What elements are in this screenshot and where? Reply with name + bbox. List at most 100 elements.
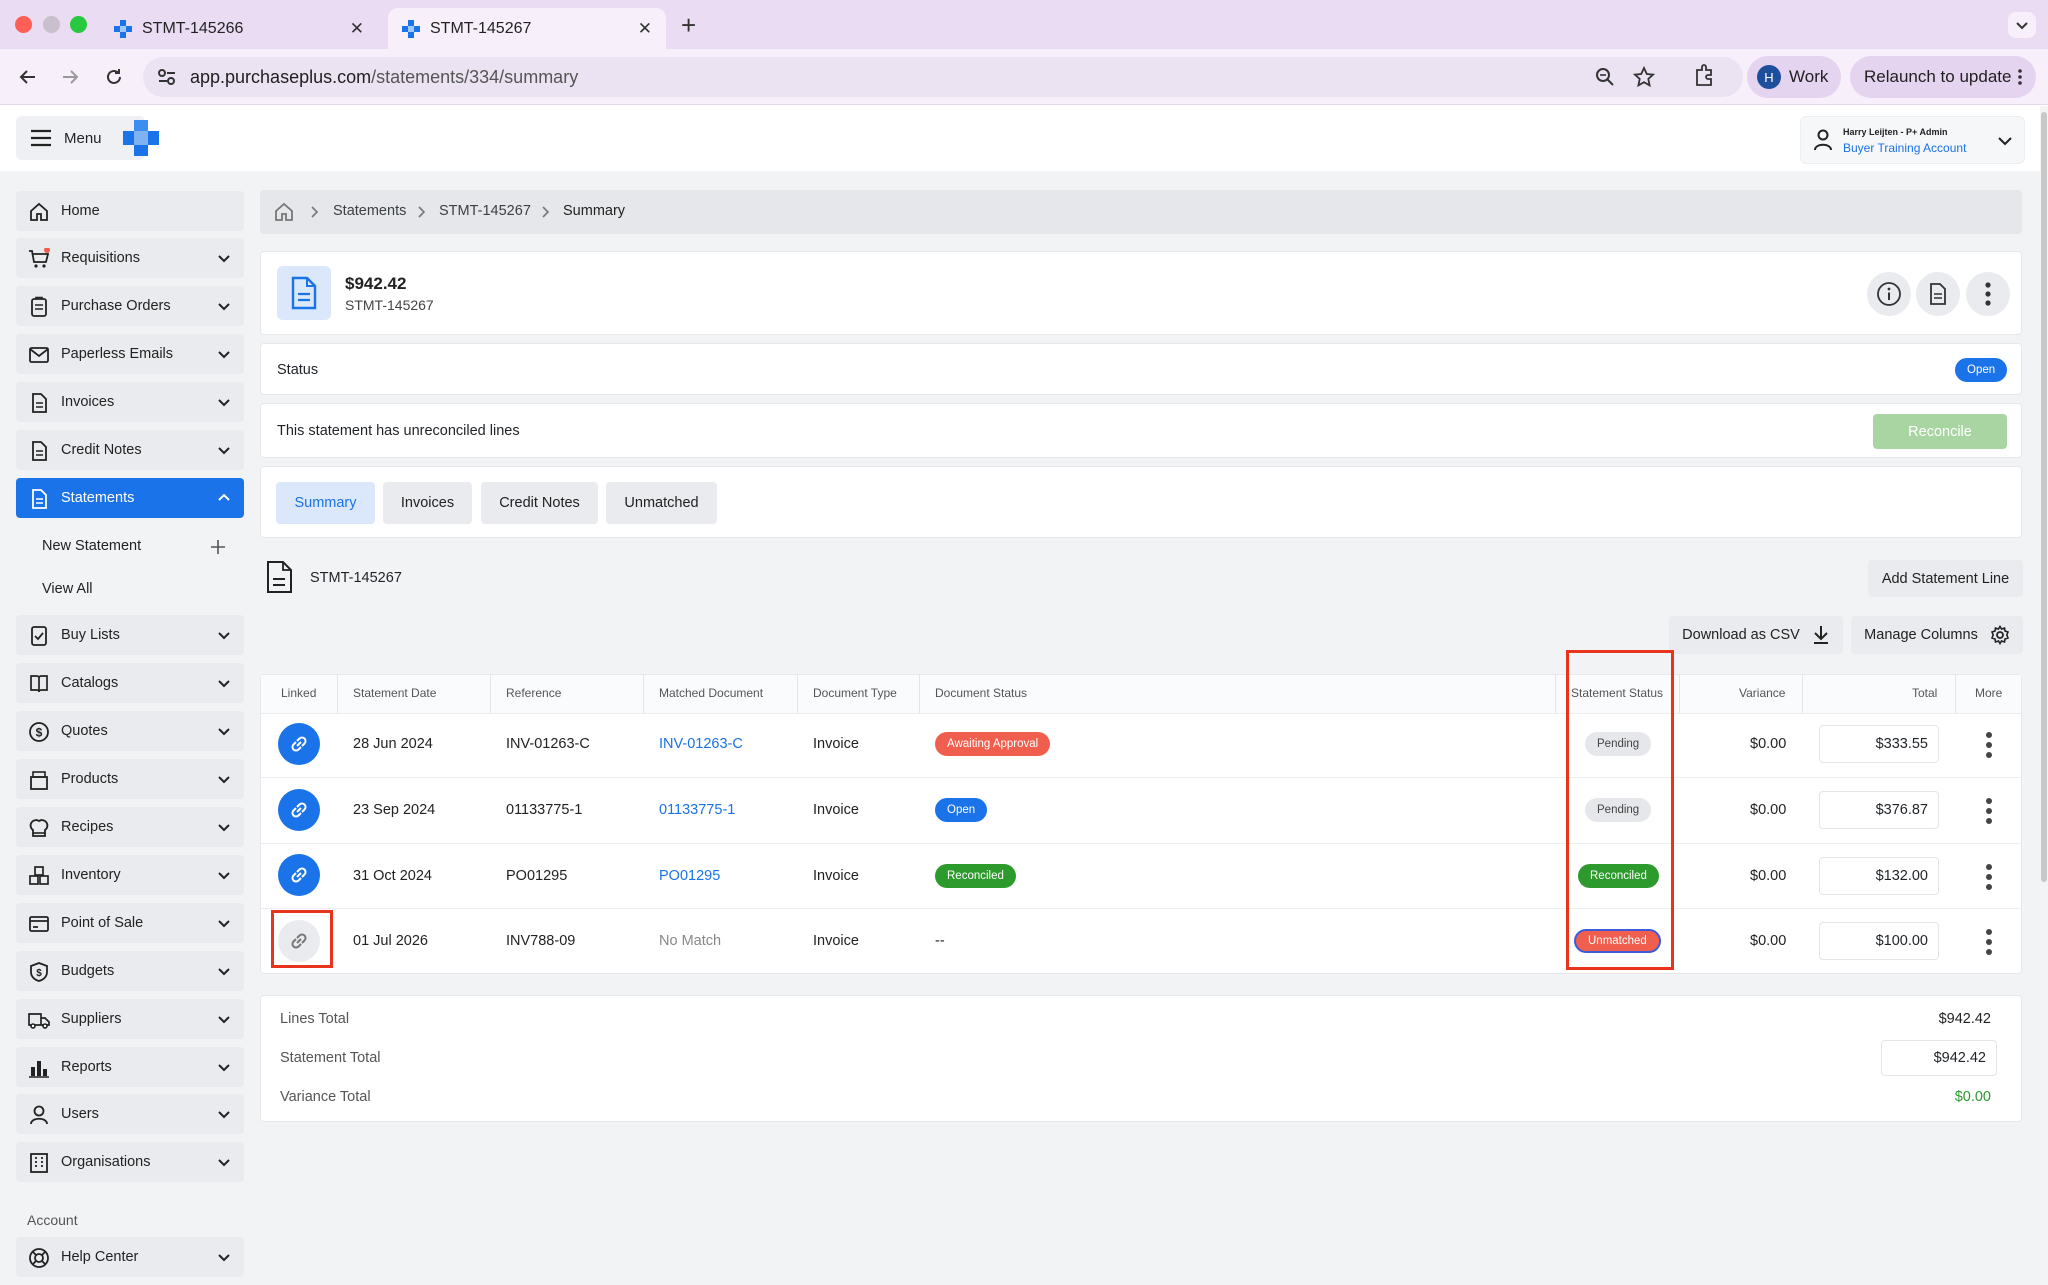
tab-invoices[interactable]: Invoices (383, 482, 472, 524)
sidebar-item-organisations[interactable]: Organisations (16, 1142, 244, 1182)
tab-search-button[interactable] (2008, 12, 2036, 38)
tab-summary[interactable]: Summary (276, 482, 375, 524)
add-statement-line-button[interactable]: Add Statement Line (1868, 560, 2023, 597)
sidebar-item-budgets[interactable]: $ Budgets (16, 951, 244, 991)
manage-columns-button[interactable]: Manage Columns (1851, 616, 2023, 654)
relaunch-button[interactable]: Relaunch to update (1850, 56, 2036, 98)
sidebar-item-reports[interactable]: Reports (16, 1047, 244, 1087)
more-options-button[interactable] (1966, 272, 2010, 316)
sidebar-item-products[interactable]: Products (16, 759, 244, 799)
linked-toggle-button[interactable] (278, 789, 320, 831)
extensions-icon[interactable] (1693, 64, 1715, 88)
chevron-down-icon (218, 351, 230, 359)
link-icon (291, 736, 307, 752)
sidebar-item-label: Organisations (61, 1154, 151, 1170)
window-minimize-button[interactable] (43, 16, 60, 33)
site-settings-icon[interactable] (157, 68, 177, 86)
sidebar-item-catalogs[interactable]: Catalogs (16, 663, 244, 703)
document-icon (32, 489, 47, 509)
sidebar-item-label: Reports (61, 1059, 112, 1075)
sidebar-item-label: Budgets (61, 963, 115, 979)
checklist-icon (31, 626, 47, 646)
sidebar-item-help-center[interactable]: Help Center (16, 1237, 244, 1277)
user-menu[interactable]: Harry Leijten - P+ Admin Buyer Training … (1800, 116, 2025, 164)
sidebar-item-point-of-sale[interactable]: Point of Sale (16, 903, 244, 943)
sidebar-sub-view-all[interactable]: View All (42, 581, 93, 597)
url-host: app.purchaseplus.com (190, 66, 372, 87)
page-scrollbar-thumb[interactable] (2041, 112, 2047, 882)
tab-credit-notes[interactable]: Credit Notes (481, 482, 598, 524)
sidebar-item-buy-lists[interactable]: Buy Lists (16, 615, 244, 655)
sidebar-item-quotes[interactable]: $ Quotes (16, 711, 244, 751)
total-field[interactable]: $132.00 (1819, 857, 1939, 895)
profile-button[interactable]: H Work (1747, 56, 1841, 98)
statement-date: 23 Sep 2024 (353, 802, 436, 818)
tab-unmatched[interactable]: Unmatched (606, 482, 717, 524)
total-value: $132.00 (1875, 868, 1928, 884)
tab-close-icon[interactable]: ✕ (638, 19, 652, 39)
matched-document-link[interactable]: PO01295 (659, 868, 720, 884)
status-label: Status (277, 362, 319, 378)
breadcrumb-statements[interactable]: Statements (333, 203, 406, 219)
variance-total-label: Variance Total (280, 1089, 371, 1105)
home-icon[interactable] (273, 201, 295, 223)
sidebar-item-purchase-orders[interactable]: Purchase Orders (16, 286, 244, 326)
row-more-button[interactable] (1984, 926, 1994, 958)
back-button[interactable] (14, 63, 42, 91)
zoom-icon[interactable] (1595, 67, 1615, 87)
matched-document-none: No Match (659, 933, 722, 949)
linked-toggle-button[interactable] (278, 854, 320, 896)
document-icon (32, 393, 47, 413)
row-more-button[interactable] (1984, 795, 1994, 827)
linked-toggle-button[interactable] (278, 723, 320, 765)
sidebar-item-recipes[interactable]: Recipes (16, 807, 244, 847)
arrow-left-icon (19, 70, 35, 84)
sidebar-item-label: Point of Sale (61, 915, 144, 931)
browser-tab-2[interactable]: STMT-145267 ✕ (388, 8, 666, 49)
matched-document-link[interactable]: INV-01263-C (659, 736, 743, 752)
sidebar-item-invoices[interactable]: Invoices (16, 382, 244, 422)
sidebar-item-requisitions[interactable]: Requisitions (16, 238, 244, 278)
new-tab-button[interactable]: + (681, 10, 696, 41)
sidebar-item-users[interactable]: Users (16, 1094, 244, 1134)
browser-tab-1[interactable]: STMT-145266 ✕ (100, 8, 378, 49)
download-csv-button[interactable]: Download as CSV (1669, 616, 1843, 654)
bookmark-star-icon[interactable] (1633, 66, 1655, 88)
sidebar-item-inventory[interactable]: Inventory (16, 855, 244, 895)
chevron-down-icon (218, 728, 230, 736)
user-account: Buyer Training Account (1843, 141, 1967, 155)
statement-total-field[interactable]: $942.42 (1881, 1040, 1997, 1076)
total-field[interactable]: $376.87 (1819, 791, 1939, 829)
reload-button[interactable] (100, 63, 128, 91)
sidebar-item-label: Statements (61, 490, 135, 506)
document-button[interactable] (1916, 272, 1960, 316)
forward-button[interactable] (56, 63, 84, 91)
sidebar-item-suppliers[interactable]: Suppliers (16, 999, 244, 1039)
purchaseplus-logo[interactable] (121, 118, 161, 158)
breadcrumb-statement-number[interactable]: STMT-145267 (439, 203, 531, 219)
sidebar-item-statements[interactable]: Statements (16, 478, 244, 518)
row-more-button[interactable] (1984, 861, 1994, 893)
plus-icon[interactable] (210, 539, 226, 555)
more-vertical-icon (2018, 69, 2022, 85)
total-field[interactable]: $333.55 (1819, 725, 1939, 763)
sidebar-item-credit-notes[interactable]: Credit Notes (16, 430, 244, 470)
tab-close-icon[interactable]: ✕ (350, 19, 364, 39)
address-bar[interactable]: app.purchaseplus.com/statements/334/summ… (143, 57, 1743, 97)
info-icon (1877, 282, 1901, 306)
tab-title: STMT-145266 (142, 19, 244, 37)
column-header-matched-document: Matched Document (659, 686, 764, 700)
sidebar-sub-new-statement[interactable]: New Statement (42, 538, 141, 554)
document-icon (1930, 283, 1946, 305)
matched-document-link[interactable]: 01133775-1 (659, 802, 735, 818)
reconcile-button[interactable]: Reconcile (1873, 414, 2007, 449)
info-button[interactable] (1867, 272, 1911, 316)
totals-card: Lines Total $942.42 Statement Total $942… (260, 995, 2022, 1122)
row-more-button[interactable] (1984, 729, 1994, 761)
sidebar-item-paperless-emails[interactable]: Paperless Emails (16, 334, 244, 374)
total-field[interactable]: $100.00 (1819, 922, 1939, 960)
url-text: app.purchaseplus.com/statements/334/summ… (190, 67, 578, 88)
window-maximize-button[interactable] (70, 16, 87, 33)
window-close-button[interactable] (15, 16, 32, 33)
sidebar-item-home[interactable]: Home (16, 191, 244, 231)
